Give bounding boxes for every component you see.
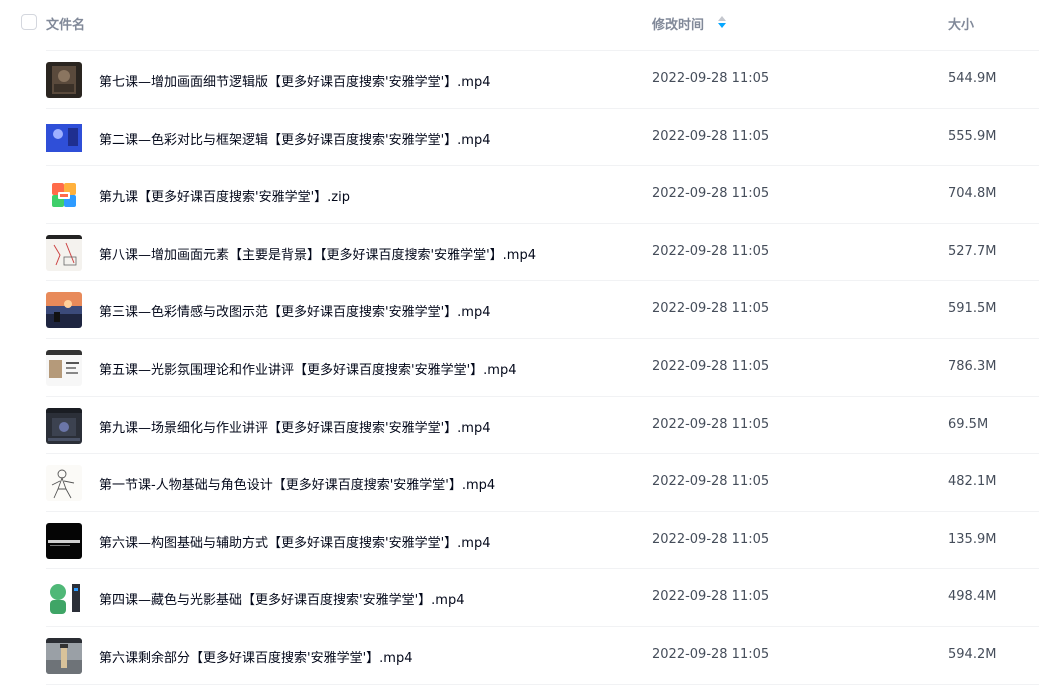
column-header-time[interactable]: 修改时间 [652,14,704,33]
file-modified-time: 2022-09-28 11:05 [652,301,770,317]
video-thumbnail-black-title [46,522,82,559]
file-size: 482.1M [948,474,997,490]
file-modified-time: 2022-09-28 11:05 [652,531,770,547]
file-name[interactable]: 第八课—增加画面元素【主要是背景】【更多好课百度搜索'安雅学堂'】.mp4 [99,244,536,263]
file-size: 594.2M [948,646,997,662]
video-thumbnail-sketch [46,234,82,271]
file-size: 555.9M [948,128,997,144]
file-row[interactable]: 第四课—藏色与光影基础【更多好课百度搜索'安雅学堂'】.mp4 2022-09-… [0,569,1039,627]
file-size: 786.3M [948,358,997,374]
file-modified-time: 2022-09-28 11:05 [652,646,770,662]
file-modified-time: 2022-09-28 11:05 [652,358,770,374]
file-name[interactable]: 第九课—场景细化与作业讲评【更多好课百度搜索'安雅学堂'】.mp4 [99,417,490,436]
file-name[interactable]: 第五课—光影氛围理论和作业讲评【更多好课百度搜索'安雅学堂'】.mp4 [99,359,516,378]
file-size: 544.9M [948,71,997,86]
file-list-header: 文件名 修改时间 大小 [0,0,1039,51]
file-size: 498.4M [948,589,997,605]
file-size: 704.8M [948,186,997,202]
file-modified-time: 2022-09-28 11:05 [652,474,770,490]
zip-archive-icon [46,177,82,213]
file-name[interactable]: 第六课—构图基础与辅助方式【更多好课百度搜索'安雅学堂'】.mp4 [99,532,490,551]
video-thumbnail-blue-slide [46,119,82,156]
sort-icon[interactable] [717,15,727,29]
file-name[interactable]: 第三课—色彩情感与改图示范【更多好课百度搜索'安雅学堂'】.mp4 [99,301,490,320]
file-size: 591.5M [948,301,997,317]
file-row[interactable]: 第八课—增加画面元素【主要是背景】【更多好课百度搜索'安雅学堂'】.mp4 20… [0,224,1039,282]
file-modified-time: 2022-09-28 11:05 [652,589,770,605]
file-name[interactable]: 第九课【更多好课百度搜索'安雅学堂'】.zip [99,186,350,205]
file-row[interactable]: 第五课—光影氛围理论和作业讲评【更多好课百度搜索'安雅学堂'】.mp4 2022… [0,339,1039,397]
column-header-name[interactable]: 文件名 [46,14,85,33]
video-thumbnail-scene [46,637,82,674]
video-thumbnail-sunset [46,292,82,329]
file-row[interactable]: 第六课—构图基础与辅助方式【更多好课百度搜索'安雅学堂'】.mp4 2022-0… [0,512,1039,570]
file-name[interactable]: 第七课—增加画面细节逻辑版【更多好课百度搜索'安雅学堂'】.mp4 [99,71,490,90]
file-modified-time: 2022-09-28 11:05 [652,128,770,144]
file-modified-time: 2022-09-28 11:05 [652,243,770,259]
video-thumbnail-dark-photo [46,62,82,98]
file-size: 135.9M [948,531,997,547]
video-thumbnail-character-sketch [46,465,82,502]
file-row[interactable]: 第一节课-人物基础与角色设计【更多好课百度搜索'安雅学堂'】.mp4 2022-… [0,454,1039,512]
file-size: 527.7M [948,243,997,259]
video-thumbnail-slide [46,349,82,386]
file-name[interactable]: 第一节课-人物基础与角色设计【更多好课百度搜索'安雅学堂'】.mp4 [99,474,495,493]
file-name[interactable]: 第二课—色彩对比与框架逻辑【更多好课百度搜索'安雅学堂'】.mp4 [99,129,490,148]
column-header-size[interactable]: 大小 [948,14,974,33]
video-thumbnail-green-shapes [46,580,82,617]
row-divider [46,683,1039,685]
file-list: 第七课—增加画面细节逻辑版【更多好课百度搜索'安雅学堂'】.mp4 2022-0… [0,51,1039,685]
file-row[interactable]: 第六课剩余部分【更多好课百度搜索'安雅学堂'】.mp4 2022-09-28 1… [0,627,1039,685]
file-modified-time: 2022-09-28 11:05 [652,416,770,432]
file-row[interactable]: 第九课—场景细化与作业讲评【更多好课百度搜索'安雅学堂'】.mp4 2022-0… [0,397,1039,455]
select-all-checkbox[interactable] [21,14,37,30]
video-thumbnail-software [46,407,82,444]
file-modified-time: 2022-09-28 11:05 [652,186,770,202]
file-name[interactable]: 第四课—藏色与光影基础【更多好课百度搜索'安雅学堂'】.mp4 [99,589,464,608]
file-modified-time: 2022-09-28 11:05 [652,71,770,86]
file-row[interactable]: 第三课—色彩情感与改图示范【更多好课百度搜索'安雅学堂'】.mp4 2022-0… [0,281,1039,339]
file-size: 69.5M [948,416,989,432]
file-row[interactable]: 第二课—色彩对比与框架逻辑【更多好课百度搜索'安雅学堂'】.mp4 2022-0… [0,109,1039,167]
file-name[interactable]: 第六课剩余部分【更多好课百度搜索'安雅学堂'】.mp4 [99,647,412,666]
file-row[interactable]: 第七课—增加画面细节逻辑版【更多好课百度搜索'安雅学堂'】.mp4 2022-0… [0,51,1039,109]
file-row[interactable]: 第九课【更多好课百度搜索'安雅学堂'】.zip 2022-09-28 11:05… [0,166,1039,224]
